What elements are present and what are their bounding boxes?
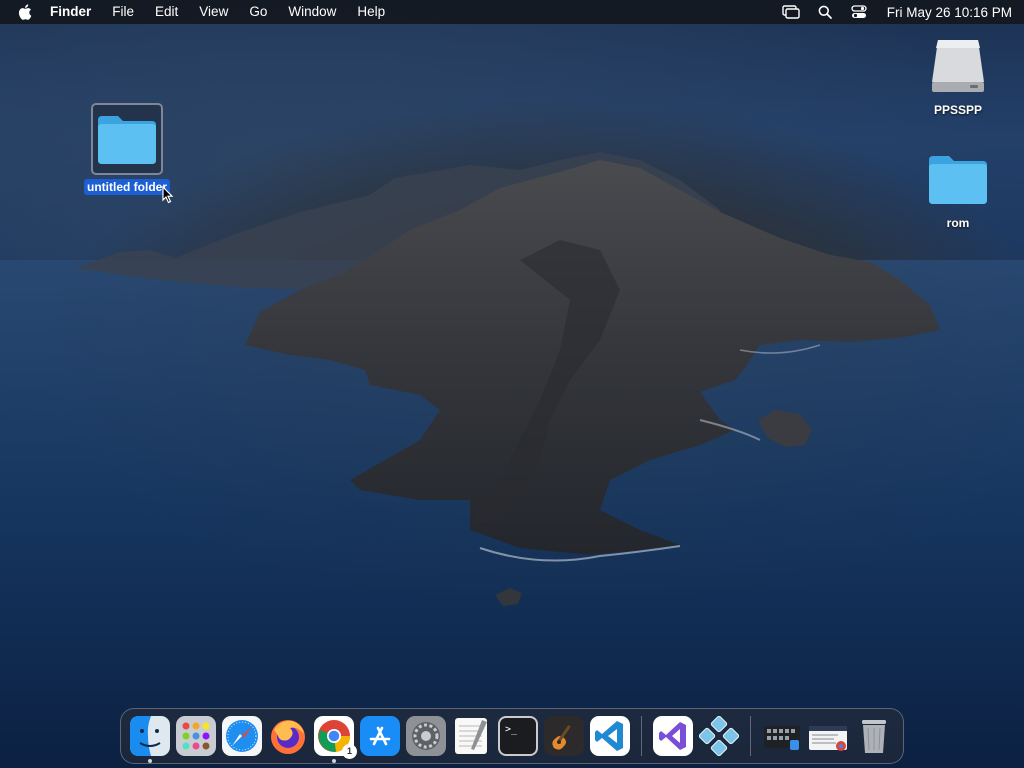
dock-app-chrome[interactable]: 1 xyxy=(314,716,357,763)
dock-app-launchpad[interactable] xyxy=(176,716,216,756)
menu-help[interactable]: Help xyxy=(357,0,385,24)
launchpad-icon xyxy=(176,716,216,756)
dock-app-textedit[interactable] xyxy=(452,716,492,756)
safari-icon xyxy=(222,716,262,756)
desktop-item-ppsspp[interactable]: PPSSPP xyxy=(918,34,998,119)
svg-text:>_: >_ xyxy=(505,724,518,735)
ppsspp-icon xyxy=(699,716,739,756)
dock-app-safari[interactable] xyxy=(222,716,262,756)
running-indicator xyxy=(332,759,336,763)
dock-app-visual-studio[interactable] xyxy=(653,716,693,756)
dock-separator xyxy=(641,716,642,756)
mouse-cursor-icon xyxy=(162,186,174,204)
screen-mirroring-icon[interactable] xyxy=(781,4,801,20)
desktop-item-rom[interactable]: rom xyxy=(918,150,998,232)
external-disk-icon xyxy=(926,34,990,98)
terminal-icon: >_ xyxy=(498,716,538,756)
running-indicator xyxy=(148,759,152,763)
vscode-icon xyxy=(590,716,630,756)
finder-icon xyxy=(130,716,170,756)
desktop-item-untitled-folder[interactable]: untitled folder xyxy=(80,103,174,196)
dock-app-system-preferences[interactable] xyxy=(406,716,446,756)
menu-extras: Fri May 26 10:16 PM xyxy=(767,4,1012,20)
dock-app-finder[interactable] xyxy=(130,716,170,763)
dock-app-app-store[interactable] xyxy=(360,716,400,756)
menu-file[interactable]: File xyxy=(112,0,134,24)
garageband-icon xyxy=(544,716,584,756)
menu-bar-clock[interactable]: Fri May 26 10:16 PM xyxy=(887,5,1012,20)
dock-app-vscode[interactable] xyxy=(590,716,630,756)
apple-menu-icon[interactable] xyxy=(18,4,32,20)
dock: 1 >_ xyxy=(120,708,904,764)
folder-icon xyxy=(91,103,163,175)
dock-trash[interactable] xyxy=(854,716,894,756)
spotlight-search-icon[interactable] xyxy=(815,4,835,20)
desktop-item-label: PPSSPP xyxy=(933,103,983,117)
menu-edit[interactable]: Edit xyxy=(155,0,178,24)
menu-window[interactable]: Window xyxy=(288,0,336,24)
folder-icon xyxy=(926,150,990,208)
dock-app-firefox[interactable] xyxy=(268,716,308,756)
dock-stack-downloads[interactable] xyxy=(808,716,848,756)
desktop-item-label: untitled folder xyxy=(84,179,170,195)
menu-go[interactable]: Go xyxy=(249,0,267,24)
control-center-icon[interactable] xyxy=(849,4,869,20)
desktop-item-label: rom xyxy=(946,216,970,230)
dock-separator xyxy=(750,716,751,756)
dock-app-ppsspp[interactable] xyxy=(699,716,739,756)
menu-view[interactable]: View xyxy=(199,0,228,24)
visual-studio-icon xyxy=(653,716,693,756)
dock-stack-applications[interactable] xyxy=(762,716,802,756)
trash-icon xyxy=(862,720,886,753)
notification-badge: 1 xyxy=(342,744,357,759)
downloads-stack-icon xyxy=(809,726,847,751)
firefox-icon xyxy=(271,720,305,754)
system-preferences-icon xyxy=(406,716,446,756)
menu-bar: Finder File Edit View Go Window Help Fri… xyxy=(0,0,1024,24)
dock-app-terminal[interactable]: >_ xyxy=(498,716,538,756)
textedit-icon xyxy=(455,718,487,754)
dock-app-garageband[interactable] xyxy=(544,716,584,756)
applications-stack-icon xyxy=(764,726,800,750)
app-store-icon xyxy=(360,716,400,756)
menu-app-finder[interactable]: Finder xyxy=(50,0,91,24)
